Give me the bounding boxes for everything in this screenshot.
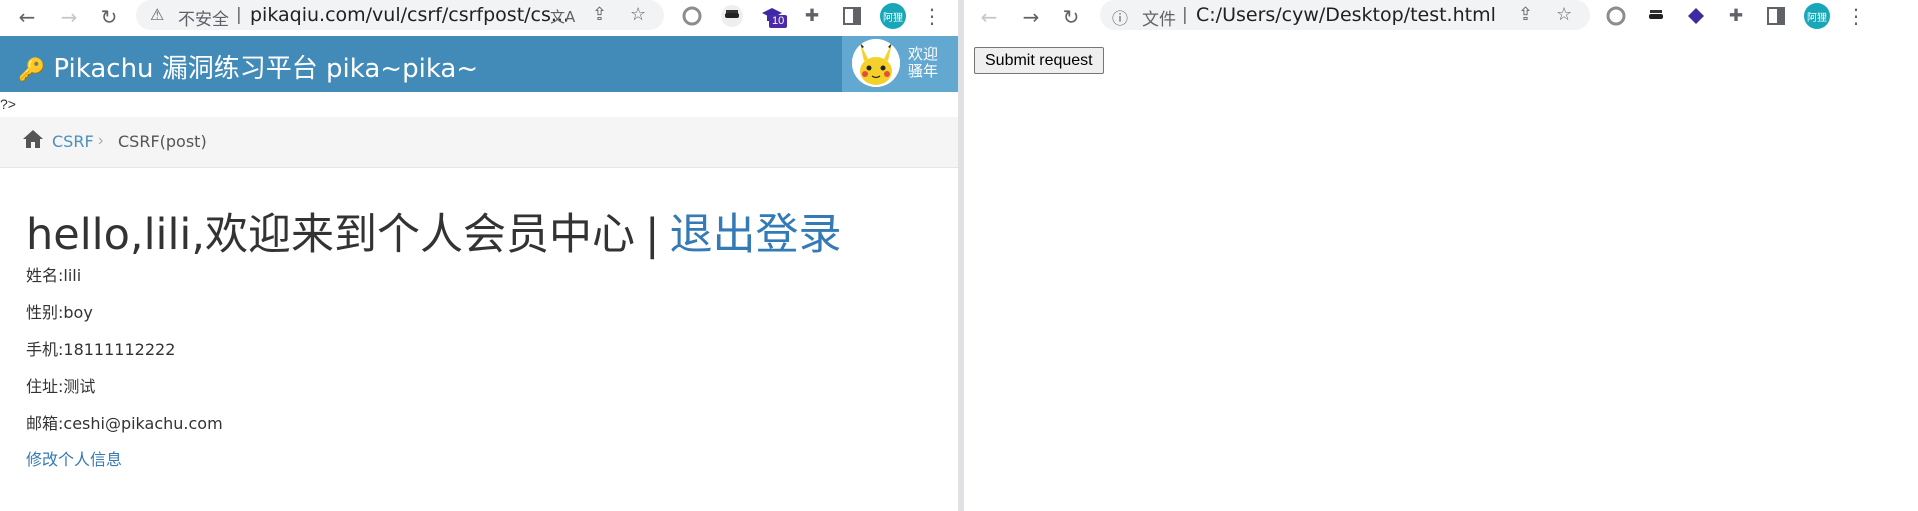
site-title[interactable]: 🔑 Pikachu 漏洞练习平台 pika~pika~ xyxy=(18,48,478,85)
star-icon[interactable]: ☆ xyxy=(1556,4,1572,25)
extensions-puzzle-icon[interactable]: ✚ xyxy=(1724,4,1748,28)
profile-avatar[interactable]: 阿狸 xyxy=(880,3,906,29)
security-label[interactable]: 不安全 xyxy=(178,5,229,30)
back-icon[interactable]: ← xyxy=(12,2,42,32)
user-greeting: 欢迎 骚年 xyxy=(908,46,938,80)
site-header: 🔑 Pikachu 漏洞练习平台 pika~pika~ 欢迎 骚年 xyxy=(0,36,958,92)
url-text[interactable]: C:/Users/cyw/Desktop/test.html xyxy=(1196,4,1496,26)
user-info-box[interactable]: 欢迎 骚年 xyxy=(842,36,958,92)
breadcrumb-link-csrf[interactable]: CSRF xyxy=(52,132,94,151)
file-label: 文件 xyxy=(1142,10,1176,30)
info-phone: 手机:18111112222 xyxy=(26,340,176,359)
home-icon[interactable] xyxy=(22,129,44,155)
extension-circle-icon[interactable] xyxy=(680,4,704,28)
forward-icon[interactable]: → xyxy=(1016,2,1046,32)
info-gender: 性别:boy xyxy=(26,303,93,322)
extensions-puzzle-icon[interactable]: ✚ xyxy=(800,4,824,28)
share-icon[interactable]: ⇪ xyxy=(1518,4,1533,25)
address-bar[interactable]: ⚠ 不安全 | pikaqiu.com/vul/csrf/csrfpost/cs… xyxy=(136,0,664,30)
warning-icon[interactable]: ⚠ xyxy=(150,5,164,24)
breadcrumb-separator: › xyxy=(98,132,104,149)
url-text[interactable]: pikaqiu.com/vul/csrf/csrfpost/cs... xyxy=(250,4,569,26)
info-address: 住址:测试 xyxy=(26,377,96,396)
incognito-icon[interactable] xyxy=(720,4,744,28)
submit-request-button[interactable]: Submit request xyxy=(974,47,1104,74)
stray-php-text: ?> xyxy=(0,96,16,112)
menu-kebab-icon[interactable]: ⋮ xyxy=(1844,4,1868,28)
site-title-text: Pikachu 漏洞练习平台 pika~pika~ xyxy=(53,54,479,84)
pikachu-avatar xyxy=(852,39,900,87)
edit-profile-link[interactable]: 修改个人信息 xyxy=(26,446,122,470)
forward-icon[interactable]: → xyxy=(54,2,84,32)
user-greeting-line2: 骚年 xyxy=(908,62,939,80)
left-browser-window: ← → ↻ ⚠ 不安全 | pikaqiu.com/vul/csrf/csrfp… xyxy=(0,0,958,511)
logout-link[interactable]: 退出登录 xyxy=(670,210,842,260)
extension-badge: 10 xyxy=(769,15,788,28)
reload-icon[interactable]: ↻ xyxy=(94,2,124,32)
welcome-heading: hello,lili,欢迎来到个人会员中心 | 退出登录 xyxy=(26,200,842,262)
welcome-text: hello,lili,欢迎来到个人会员中心 xyxy=(26,210,636,260)
share-icon[interactable]: ⇪ xyxy=(592,4,607,25)
star-icon[interactable]: ☆ xyxy=(630,4,646,25)
profile-avatar[interactable]: 阿狸 xyxy=(1804,3,1830,29)
user-greeting-line1: 欢迎 xyxy=(908,45,939,63)
info-name: 姓名:lili xyxy=(26,266,82,285)
back-icon[interactable]: ← xyxy=(974,2,1004,32)
layers-icon[interactable] xyxy=(1684,4,1708,28)
incognito-icon[interactable] xyxy=(1644,4,1668,28)
breadcrumb-current: CSRF(post) xyxy=(118,132,207,151)
side-panel-icon[interactable] xyxy=(840,4,864,28)
side-panel-icon[interactable] xyxy=(1764,4,1788,28)
omnibox-separator: | xyxy=(1182,5,1188,25)
reload-icon[interactable]: ↻ xyxy=(1056,2,1086,32)
omnibox-separator: | xyxy=(236,5,242,25)
welcome-separator: | xyxy=(645,210,660,260)
key-icon: 🔑 xyxy=(18,58,46,83)
extension-circle-icon[interactable] xyxy=(1604,4,1628,28)
right-browser-window: ← → ↻ ⓘ 文件 | C:/Users/cyw/Desktop/test.h… xyxy=(964,0,1918,511)
breadcrumb: CSRF › CSRF(post) xyxy=(0,117,958,168)
info-icon[interactable]: ⓘ xyxy=(1112,5,1128,29)
menu-kebab-icon[interactable]: ⋮ xyxy=(920,4,944,28)
translate-icon[interactable]: 文A xyxy=(550,6,575,27)
right-browser-toolbar: ← → ↻ ⓘ 文件 | C:/Users/cyw/Desktop/test.h… xyxy=(964,0,1918,36)
left-browser-toolbar: ← → ↻ ⚠ 不安全 | pikaqiu.com/vul/csrf/csrfp… xyxy=(0,0,958,36)
address-bar[interactable]: ⓘ 文件 | C:/Users/cyw/Desktop/test.html ⇪ … xyxy=(1100,0,1590,30)
info-email: 邮箱:ceshi@pikachu.com xyxy=(26,414,223,433)
